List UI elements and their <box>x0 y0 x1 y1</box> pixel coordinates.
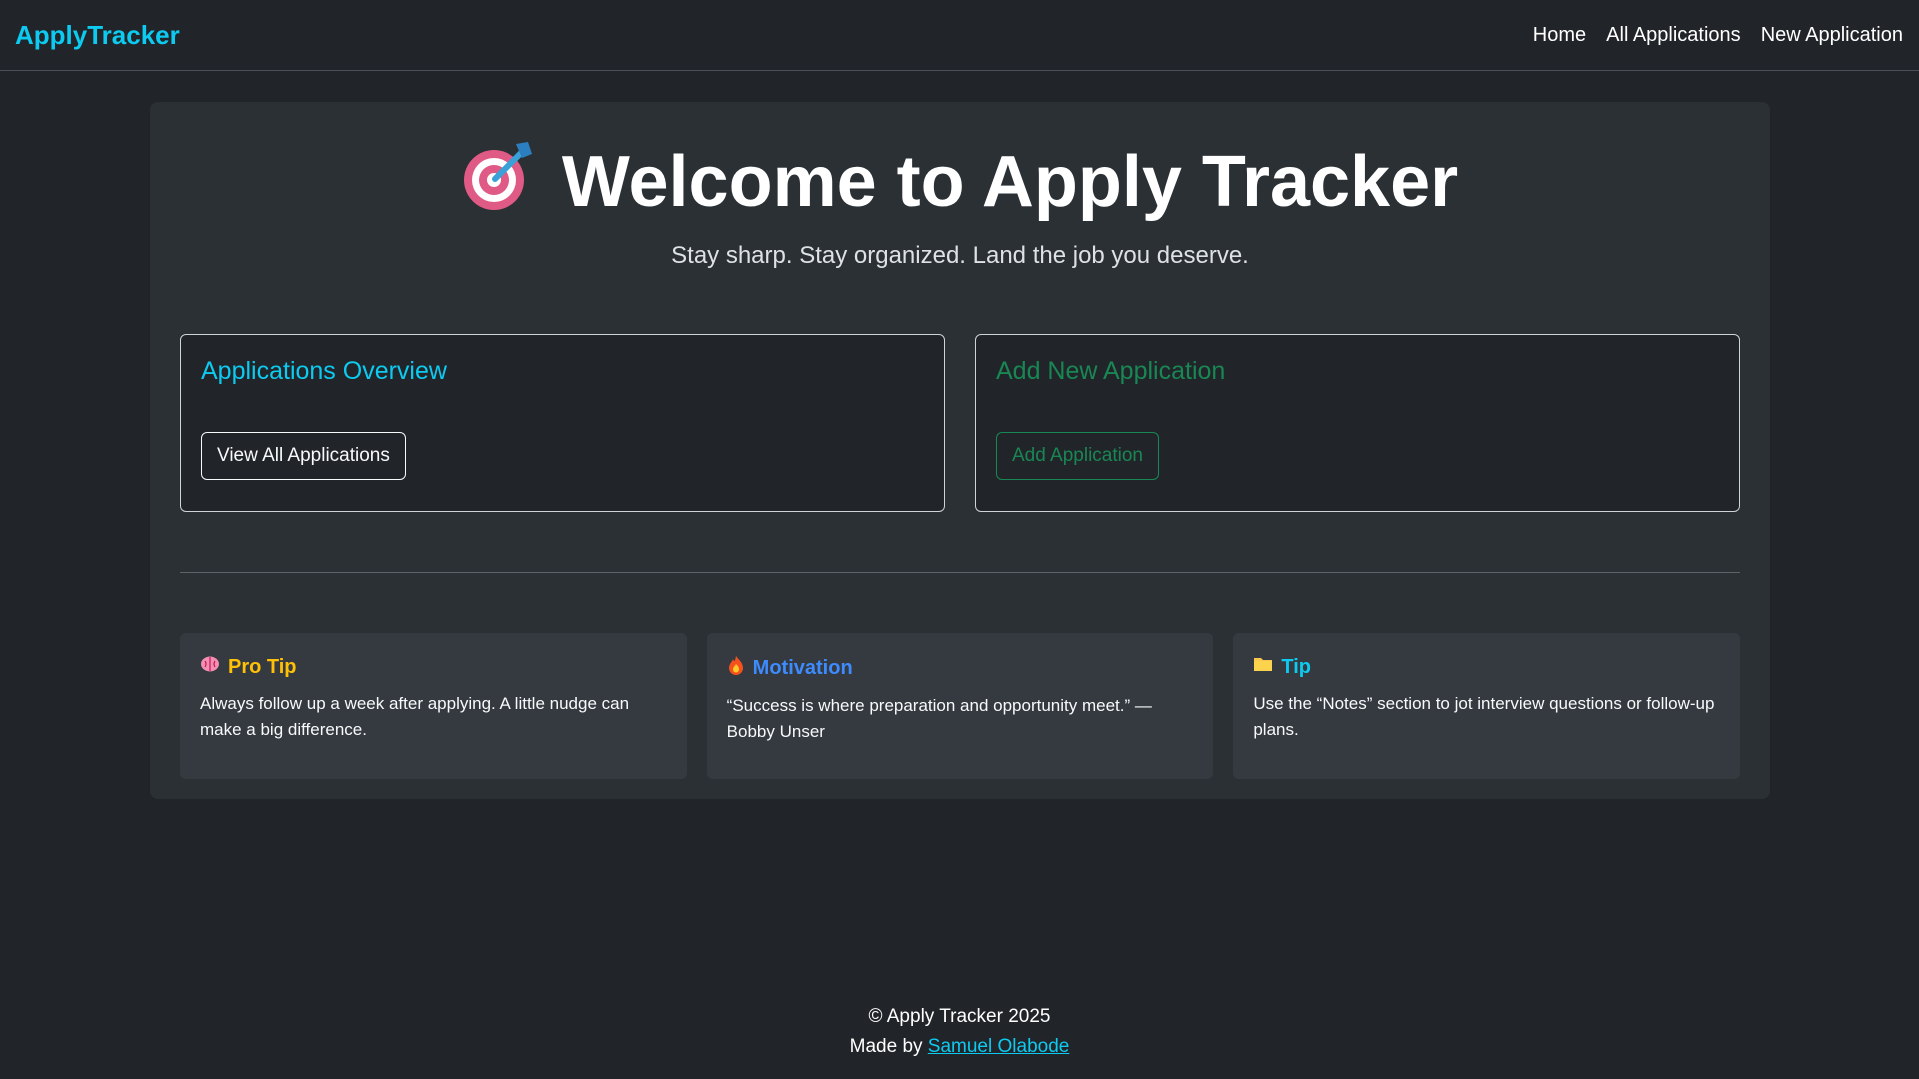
hero-title-text: Welcome to Apply Tracker <box>561 142 1459 222</box>
hero-subtitle: Stay sharp. Stay organized. Land the job… <box>671 242 1249 269</box>
brain-icon <box>200 655 220 679</box>
motivation-title: Motivation <box>752 656 853 679</box>
applications-overview-card: Applications Overview View All Applicati… <box>180 334 945 512</box>
folder-icon <box>1253 655 1273 679</box>
pro-tip-header: Pro Tip <box>200 655 667 679</box>
footer-made-by: Made by <box>849 1036 923 1057</box>
motivation-header: Motivation <box>727 655 1194 681</box>
author-link[interactable]: Samuel Olabode <box>928 1036 1070 1057</box>
hero: Welcome to Apply Tracker Stay sharp. Sta… <box>180 132 1740 270</box>
add-card-title: Add New Application <box>996 357 1226 385</box>
nav-link-home[interactable]: Home <box>1533 24 1586 47</box>
add-new-application-card: Add New Application Add Application <box>975 334 1740 512</box>
add-application-button[interactable]: Add Application <box>996 432 1159 480</box>
notes-tip-header: Tip <box>1253 655 1720 679</box>
nav-links: Home All Applications New Application <box>1533 24 1903 47</box>
pro-tip-card: Pro Tip Always follow up a week after ap… <box>180 633 687 779</box>
pro-tip-title: Pro Tip <box>228 655 297 678</box>
footer: © Apply Tracker 2025 Made by Samuel Olab… <box>0 1002 1919 1062</box>
nav-link-new-application[interactable]: New Application <box>1761 24 1903 47</box>
tips-section: Pro Tip Always follow up a week after ap… <box>180 633 1741 779</box>
notes-tip-text: Use the “Notes” section to jot interview… <box>1253 694 1715 739</box>
page-title: Welcome to Apply Tracker <box>180 142 1740 222</box>
notes-tip-title: Tip <box>1281 655 1311 678</box>
action-cards: Applications Overview View All Applicati… <box>180 334 1740 512</box>
nav-link-all-applications[interactable]: All Applications <box>1606 24 1741 47</box>
footer-credit: Made by Samuel Olabode <box>0 1032 1919 1062</box>
target-icon <box>462 140 534 224</box>
view-all-applications-button[interactable]: View All Applications <box>201 432 406 480</box>
motivation-card: Motivation “Success is where preparation… <box>706 633 1214 779</box>
motivation-text: “Success is where preparation and opport… <box>726 696 1152 741</box>
fire-icon <box>727 655 745 681</box>
section-divider <box>180 572 1740 573</box>
notes-tip-card: Tip Use the “Notes” section to jot inter… <box>1233 633 1741 779</box>
navbar: ApplyTracker Home All Applications New A… <box>0 0 1919 71</box>
overview-card-title: Applications Overview <box>201 357 447 385</box>
brand-link[interactable]: ApplyTracker <box>15 20 180 51</box>
footer-copyright: © Apply Tracker 2025 <box>868 1006 1051 1027</box>
pro-tip-text: Always follow up a week after applying. … <box>200 694 630 739</box>
main-container: Welcome to Apply Tracker Stay sharp. Sta… <box>150 102 1770 799</box>
